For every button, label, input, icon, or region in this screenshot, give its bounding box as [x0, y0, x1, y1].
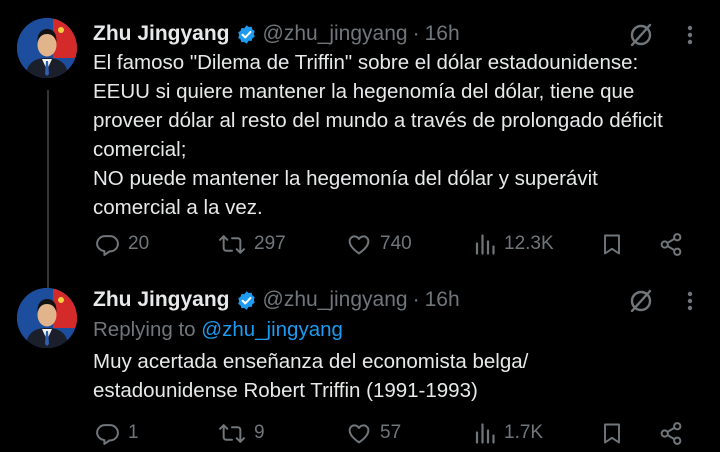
- views-icon: [474, 232, 496, 257]
- tweet-header: Zhu Jingyang @zhu_jingyang · 16h: [93, 19, 460, 49]
- repost-icon: [218, 421, 246, 446]
- reply-button[interactable]: 20: [95, 229, 149, 259]
- tweet-text-line: Muy acertada enseñanza del economista be…: [93, 350, 529, 373]
- share-button[interactable]: [658, 229, 684, 259]
- repost-button[interactable]: 9: [218, 418, 265, 448]
- tweet-text-line: comercial a la vez.: [93, 196, 263, 219]
- views-button[interactable]: 12.3K: [474, 229, 554, 259]
- tweet-text-line: El famoso "Dilema de Triffin" sobre el d…: [93, 51, 639, 74]
- tweet-text-line: comercial;: [93, 138, 187, 161]
- reply-count: 1: [128, 422, 139, 443]
- repost-icon: [218, 232, 246, 257]
- separator-dot: ·: [412, 22, 420, 45]
- tweet-actions: 20 297 740 12.3K: [0, 229, 720, 259]
- like-icon: [346, 232, 372, 257]
- repost-count: 9: [254, 422, 265, 443]
- author-name[interactable]: Zhu Jingyang: [93, 288, 230, 312]
- reply-count: 20: [128, 233, 150, 254]
- tweet-text-line: estadounidense Robert Triffin (1991-1993…: [93, 379, 478, 402]
- share-button[interactable]: [658, 418, 684, 448]
- bookmark-button[interactable]: [601, 418, 623, 448]
- like-count: 57: [380, 422, 402, 443]
- tweet-text: Muy acertada enseñanza del economista be…: [93, 347, 703, 405]
- tweet[interactable]: Zhu Jingyang @zhu_jingyang · 16h Replyin…: [0, 268, 720, 452]
- views-icon: [474, 421, 496, 446]
- tweet[interactable]: Zhu Jingyang @zhu_jingyang · 16h El famo…: [0, 0, 720, 268]
- separator-dot: ·: [412, 288, 420, 311]
- bookmark-icon: [601, 421, 623, 446]
- replying-to-label: Replying to: [93, 318, 196, 341]
- share-icon: [658, 232, 684, 257]
- like-button[interactable]: 57: [346, 418, 401, 448]
- timestamp[interactable]: 16h: [425, 288, 460, 312]
- grok-icon[interactable]: [628, 22, 654, 48]
- tweet-text-line: NO puede mantener la hegemonía del dólar…: [93, 167, 598, 190]
- bookmark-icon: [601, 232, 623, 257]
- avatar[interactable]: [17, 18, 77, 78]
- author-handle[interactable]: @zhu_jingyang: [263, 288, 408, 312]
- author-name[interactable]: Zhu Jingyang: [93, 22, 230, 46]
- like-count: 740: [380, 233, 412, 254]
- bookmark-button[interactable]: [601, 229, 623, 259]
- more-options-icon[interactable]: [680, 288, 700, 314]
- reply-icon: [95, 421, 120, 446]
- author-handle[interactable]: @zhu_jingyang: [263, 22, 408, 46]
- avatar[interactable]: [17, 288, 77, 348]
- like-icon: [346, 421, 372, 446]
- timestamp[interactable]: 16h: [425, 22, 460, 46]
- reply-button[interactable]: 1: [95, 418, 139, 448]
- views-count: 12.3K: [504, 233, 554, 254]
- views-count: 1.7K: [504, 422, 544, 443]
- grok-icon[interactable]: [628, 288, 654, 314]
- tweet-text: El famoso "Dilema de Triffin" sobre el d…: [93, 48, 703, 222]
- repost-button[interactable]: 297: [218, 229, 286, 259]
- tweet-text-line: proveer dólar al resto del mundo a travé…: [93, 109, 663, 132]
- tweet-text-line: EEUU si quiere mantener la hegenomía del…: [93, 80, 635, 103]
- repost-count: 297: [254, 233, 286, 254]
- share-icon: [658, 421, 684, 446]
- views-button[interactable]: 1.7K: [474, 418, 543, 448]
- replying-to-handle-link[interactable]: @zhu_jingyang: [201, 318, 343, 341]
- tweet-header: Zhu Jingyang @zhu_jingyang · 16h: [93, 285, 460, 315]
- verified-badge-icon: [236, 24, 257, 45]
- like-button[interactable]: 740: [346, 229, 412, 259]
- more-options-icon[interactable]: [680, 22, 700, 48]
- verified-badge-icon: [236, 290, 257, 311]
- replying-to: Replying to @zhu_jingyang: [93, 318, 343, 342]
- tweet-actions: 1 9 57 1.7K: [0, 418, 720, 448]
- reply-icon: [95, 232, 120, 257]
